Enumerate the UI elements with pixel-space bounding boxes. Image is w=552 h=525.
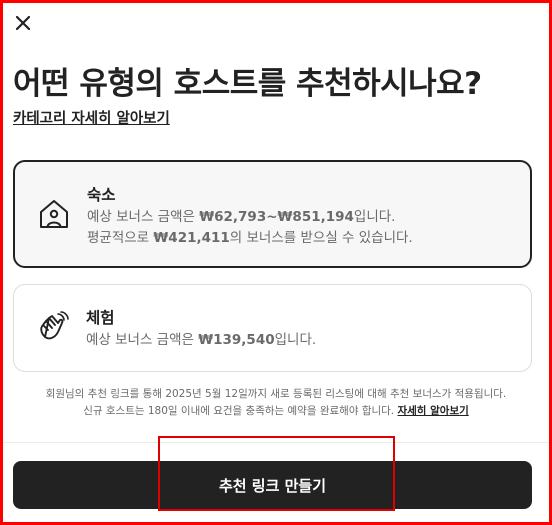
- category-learn-more-link[interactable]: 카테고리 자세히 알아보기: [13, 107, 170, 128]
- bonus-range: ₩62,793~₩851,194: [199, 209, 354, 225]
- modal-title: 어떤 유형의 호스트를 추천하시나요?: [13, 66, 482, 102]
- bonus-amount: ₩139,540: [198, 332, 275, 348]
- option-card-experience[interactable]: 체험 예상 보너스 금액은 ₩139,540입니다.: [13, 284, 532, 372]
- average-bonus: ₩421,411: [153, 230, 230, 246]
- notice-learn-more-link[interactable]: 자세히 알아보기: [397, 405, 468, 417]
- option-description: 예상 보너스 금액은 ₩62,793~₩851,194입니다. 평균적으로 ₩4…: [87, 209, 413, 246]
- option-title: 숙소: [87, 186, 116, 204]
- create-referral-link-button[interactable]: 추천 링크 만들기: [13, 461, 532, 509]
- close-icon: [16, 16, 30, 30]
- option-card-stay[interactable]: 숙소 예상 보너스 금액은 ₩62,793~₩851,194입니다. 평균적으로…: [13, 160, 532, 268]
- close-button[interactable]: [14, 14, 32, 32]
- home-icon: [40, 200, 68, 228]
- referral-notice: 회원님의 추천 링크를 통해 2025년 5월 12일까지 새로 등록된 리스팅…: [45, 388, 507, 417]
- footer-divider: [3, 442, 549, 443]
- option-title: 체험: [86, 309, 115, 327]
- option-description: 예상 보너스 금액은 ₩139,540입니다.: [86, 332, 317, 348]
- waving-hand-icon: [40, 311, 69, 340]
